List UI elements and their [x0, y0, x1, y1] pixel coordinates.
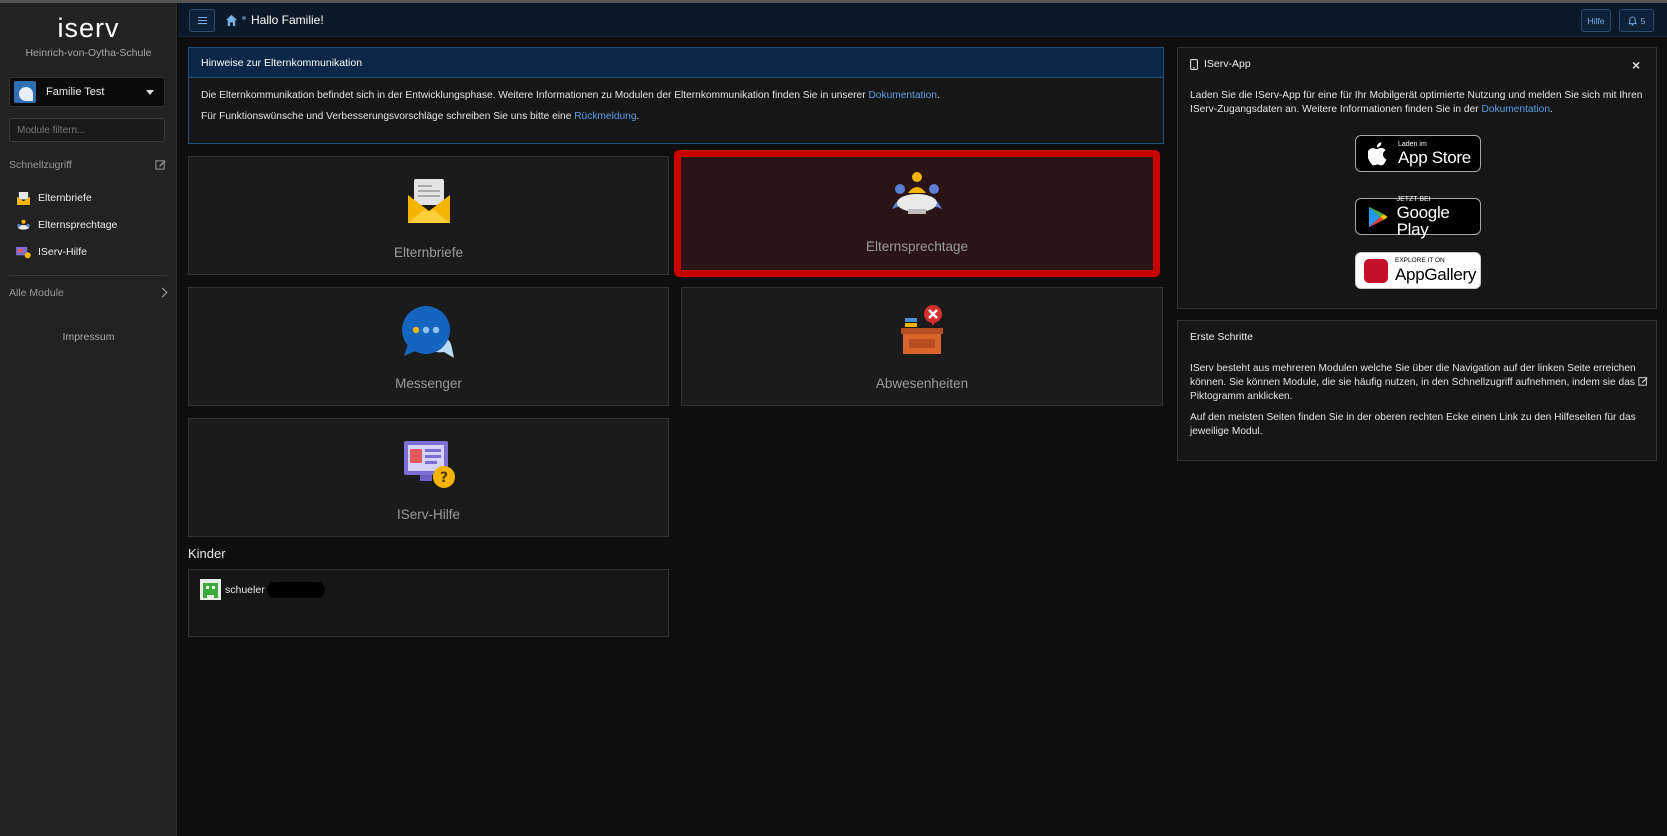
tile-label: Elternbriefe [393, 245, 464, 260]
sidebar: iserv Heinrich-von-Oytha-Schule Familie … [0, 3, 177, 836]
breadcrumb-separator [242, 16, 246, 20]
sidebar-item-label: IServ-Hilfe [38, 246, 88, 258]
app-store-button[interactable]: Laden im App Store [1355, 135, 1481, 172]
app-text: Laden Sie die IServ-App für eine für Ihr… [1190, 90, 1643, 115]
mobile-phone-icon [1190, 58, 1198, 70]
avatar [200, 579, 221, 600]
logo-text: iserv [57, 13, 120, 43]
documentation-link[interactable]: Dokumentation [868, 90, 937, 101]
apple-icon [1368, 141, 1387, 165]
app-gallery-button[interactable]: EXPLORE IT ON AppGallery [1355, 252, 1481, 289]
sidebar-item-label: Elternsprechtage [38, 219, 118, 231]
info-panel-title: Hinweise zur Elternkommunikation [189, 48, 1163, 78]
googleplay-small-text: JETZT BEI [1396, 195, 1431, 203]
hamburger-icon [197, 17, 207, 24]
school-name: Heinrich-von-Oytha-Schule [25, 47, 152, 59]
chat-bubble-icon [401, 306, 454, 358]
redacted-name [266, 581, 325, 598]
info-panel: Hinweise zur Elternkommunikation Die Elt… [188, 47, 1164, 144]
help-screen-icon [16, 246, 31, 258]
info-line-1: Die Elternkommunikation befindet sich in… [201, 90, 940, 101]
chevron-right-icon[interactable] [157, 287, 168, 298]
sidebar-divider [9, 275, 167, 276]
avatar [14, 81, 36, 103]
children-heading: Kinder [188, 546, 226, 561]
notifications-button[interactable]: 5 [1619, 9, 1654, 32]
child-name: schueler [225, 583, 265, 596]
first-steps-paragraph-2: Auf den meisten Seiten finden Sie in der… [1190, 412, 1636, 437]
tile-abwesenheiten[interactable]: Abwesenheiten [681, 287, 1163, 406]
appgallery-big-text: AppGallery [1395, 264, 1477, 284]
tile-label: Messenger [395, 376, 462, 391]
panel-title: IServ-App [1204, 58, 1251, 70]
help-screen-icon: ? [403, 441, 455, 488]
sidebar-item-elternsprechtage[interactable]: Elternsprechtage [16, 216, 117, 234]
impressum-link[interactable]: Impressum [0, 331, 177, 343]
app-description: Laden Sie die IServ-App für eine für Ihr… [1190, 90, 1643, 115]
module-filter-input[interactable] [9, 118, 165, 142]
google-play-button[interactable]: JETZT BEI Google Play [1355, 195, 1481, 239]
info-line-2: Für Funktionswünsche und Verbesserungsvo… [201, 111, 640, 122]
envelope-icon [17, 191, 30, 205]
meeting-icon [17, 219, 30, 230]
first-steps-text: Piktogramm anklicken. [1190, 391, 1293, 402]
first-steps-panel: Erste Schritte IServ besteht aus mehrere… [1177, 320, 1657, 461]
tile-label: IServ-Hilfe [396, 507, 460, 522]
account-name: Familie Test [46, 86, 105, 98]
appstore-small-text: Laden im [1398, 141, 1427, 148]
first-steps-text: IServ besteht aus mehreren Modulen welch… [1190, 363, 1638, 388]
bell-icon [1627, 15, 1637, 26]
feedback-link[interactable]: Rückmeldung [574, 111, 636, 122]
iserv-logo[interactable]: iserv [0, 13, 177, 43]
menu-toggle-button[interactable] [189, 9, 215, 32]
tile-iserv-hilfe[interactable]: ? IServ-Hilfe [188, 418, 669, 537]
panel-title: Erste Schritte [1190, 331, 1254, 343]
children-panel: schueler [188, 569, 669, 637]
tile-elternbriefe[interactable]: Elternbriefe [188, 156, 669, 275]
huawei-icon [1364, 258, 1388, 283]
edit-icon[interactable] [155, 159, 166, 170]
sidebar-item-iserv-hilfe[interactable]: IServ-Hilfe [16, 243, 87, 261]
close-icon[interactable]: × [1632, 57, 1640, 73]
top-bar: Hallo Familie! Hilfe 5 [178, 3, 1667, 37]
info-text: Für Funktionswünsche und Verbesserungsvo… [201, 111, 575, 122]
absence-desk-icon [901, 305, 943, 354]
account-dropdown[interactable]: Familie Test [9, 77, 165, 107]
iserv-app-panel: IServ-App × Laden Sie die IServ-App für … [1177, 47, 1657, 309]
googleplay-big-text: Google Play [1396, 202, 1450, 239]
first-steps-paragraph-1: IServ besteht aus mehreren Modulen welch… [1190, 362, 1648, 404]
info-text: Die Elternkommunikation befindet sich in… [201, 90, 869, 101]
home-icon[interactable] [225, 14, 238, 27]
google-play-icon [1368, 206, 1388, 227]
appstore-big-text: App Store [1398, 148, 1471, 167]
page-title: Hallo Familie! [251, 13, 324, 27]
tile-messenger[interactable]: Messenger [188, 287, 669, 406]
child-entry[interactable]: schueler [200, 579, 325, 600]
svg-text:?: ? [439, 470, 447, 486]
sidebar-item-elternbriefe[interactable]: Elternbriefe [16, 189, 92, 207]
edit-icon [1638, 377, 1648, 386]
tile-label: Abwesenheiten [875, 376, 969, 391]
notification-count: 5 [1640, 15, 1646, 26]
chevron-down-icon [146, 89, 154, 95]
envelope-icon [407, 179, 450, 223]
documentation-link[interactable]: Dokumentation [1481, 104, 1550, 115]
sidebar-item-label: Elternbriefe [38, 192, 92, 204]
tile-elternsprechtage[interactable]: Elternsprechtage [674, 150, 1160, 277]
meeting-icon [892, 172, 942, 214]
tile-label: Elternsprechtage [865, 239, 969, 254]
quick-access-label: Schnellzugriff [9, 159, 72, 171]
help-button[interactable]: Hilfe [1581, 9, 1611, 32]
all-modules-link[interactable]: Alle Module [9, 287, 64, 299]
appgallery-small-text: EXPLORE IT ON [1395, 257, 1445, 265]
